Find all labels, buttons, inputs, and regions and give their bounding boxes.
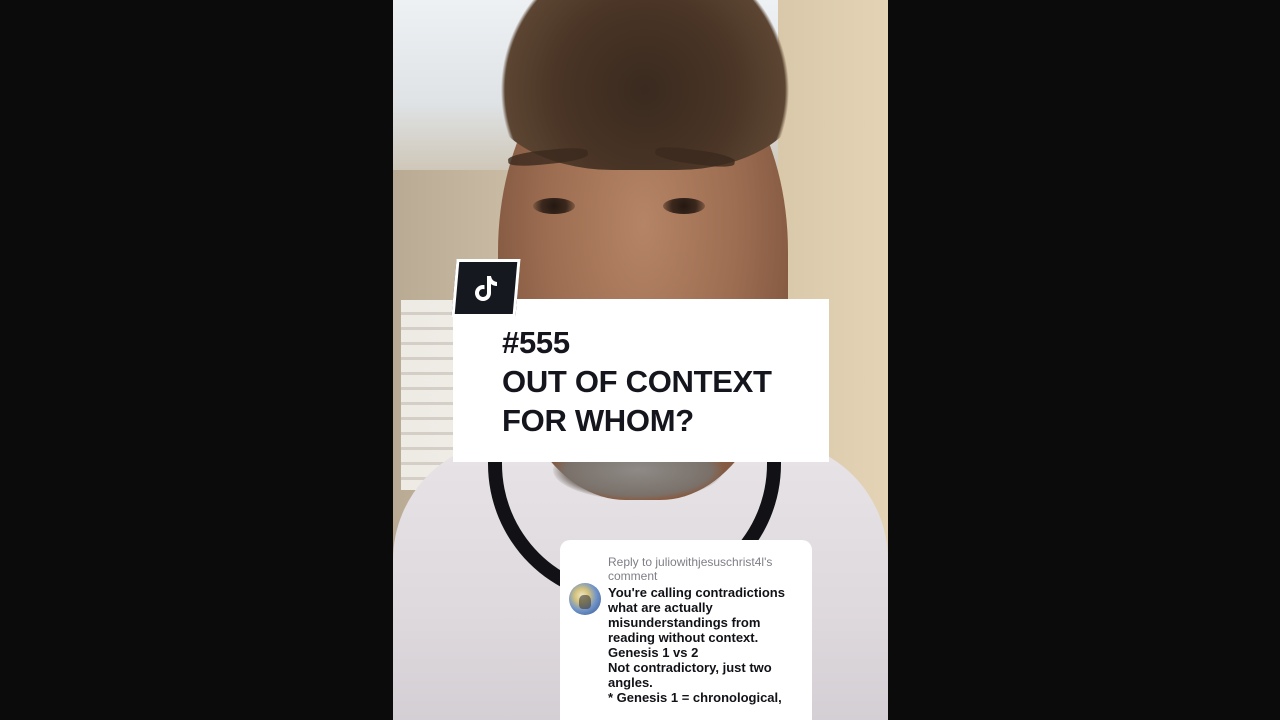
letterbox-left bbox=[0, 0, 393, 720]
person-eye-left bbox=[533, 198, 575, 214]
comment-text-line: Not contradictory, just two bbox=[608, 660, 772, 675]
comment-text-line: * Genesis 1 = chronological, bbox=[608, 690, 782, 705]
tiktok-logo-icon bbox=[451, 259, 521, 317]
video-title-line: FOR WHOM? bbox=[502, 403, 694, 438]
reply-to-label-line: Reply to juliowithjesuschrist4l's bbox=[608, 555, 773, 569]
comment-text-line: angles. bbox=[608, 675, 653, 690]
person-hair bbox=[485, 0, 805, 170]
comment-text: You're calling contradictions what are a… bbox=[608, 585, 808, 705]
video-title-line: #555 bbox=[502, 325, 570, 360]
reply-to-label-line: comment bbox=[608, 569, 658, 583]
video-frame[interactable]: #555 OUT OF CONTEXT FOR WHOM? Reply to j… bbox=[393, 0, 888, 720]
comment-text-line: Genesis 1 vs 2 bbox=[608, 645, 699, 660]
comment-text-line: what are actually bbox=[608, 600, 713, 615]
video-title-line: OUT OF CONTEXT bbox=[502, 364, 772, 399]
comment-text-line: You're calling contradictions bbox=[608, 585, 785, 600]
video-title: #555 OUT OF CONTEXT FOR WHOM? bbox=[502, 323, 772, 440]
person-eye-right bbox=[663, 198, 705, 214]
commenter-avatar[interactable] bbox=[569, 583, 601, 615]
reply-comment-card: Reply to juliowithjesuschrist4l's commen… bbox=[560, 540, 812, 720]
video-title-card: #555 OUT OF CONTEXT FOR WHOM? bbox=[453, 299, 829, 462]
reply-to-label: Reply to juliowithjesuschrist4l's commen… bbox=[608, 555, 808, 583]
letterbox-right bbox=[888, 0, 1280, 720]
comment-text-line: misunderstandings from bbox=[608, 615, 761, 630]
comment-text-line: reading without context. bbox=[608, 630, 759, 645]
